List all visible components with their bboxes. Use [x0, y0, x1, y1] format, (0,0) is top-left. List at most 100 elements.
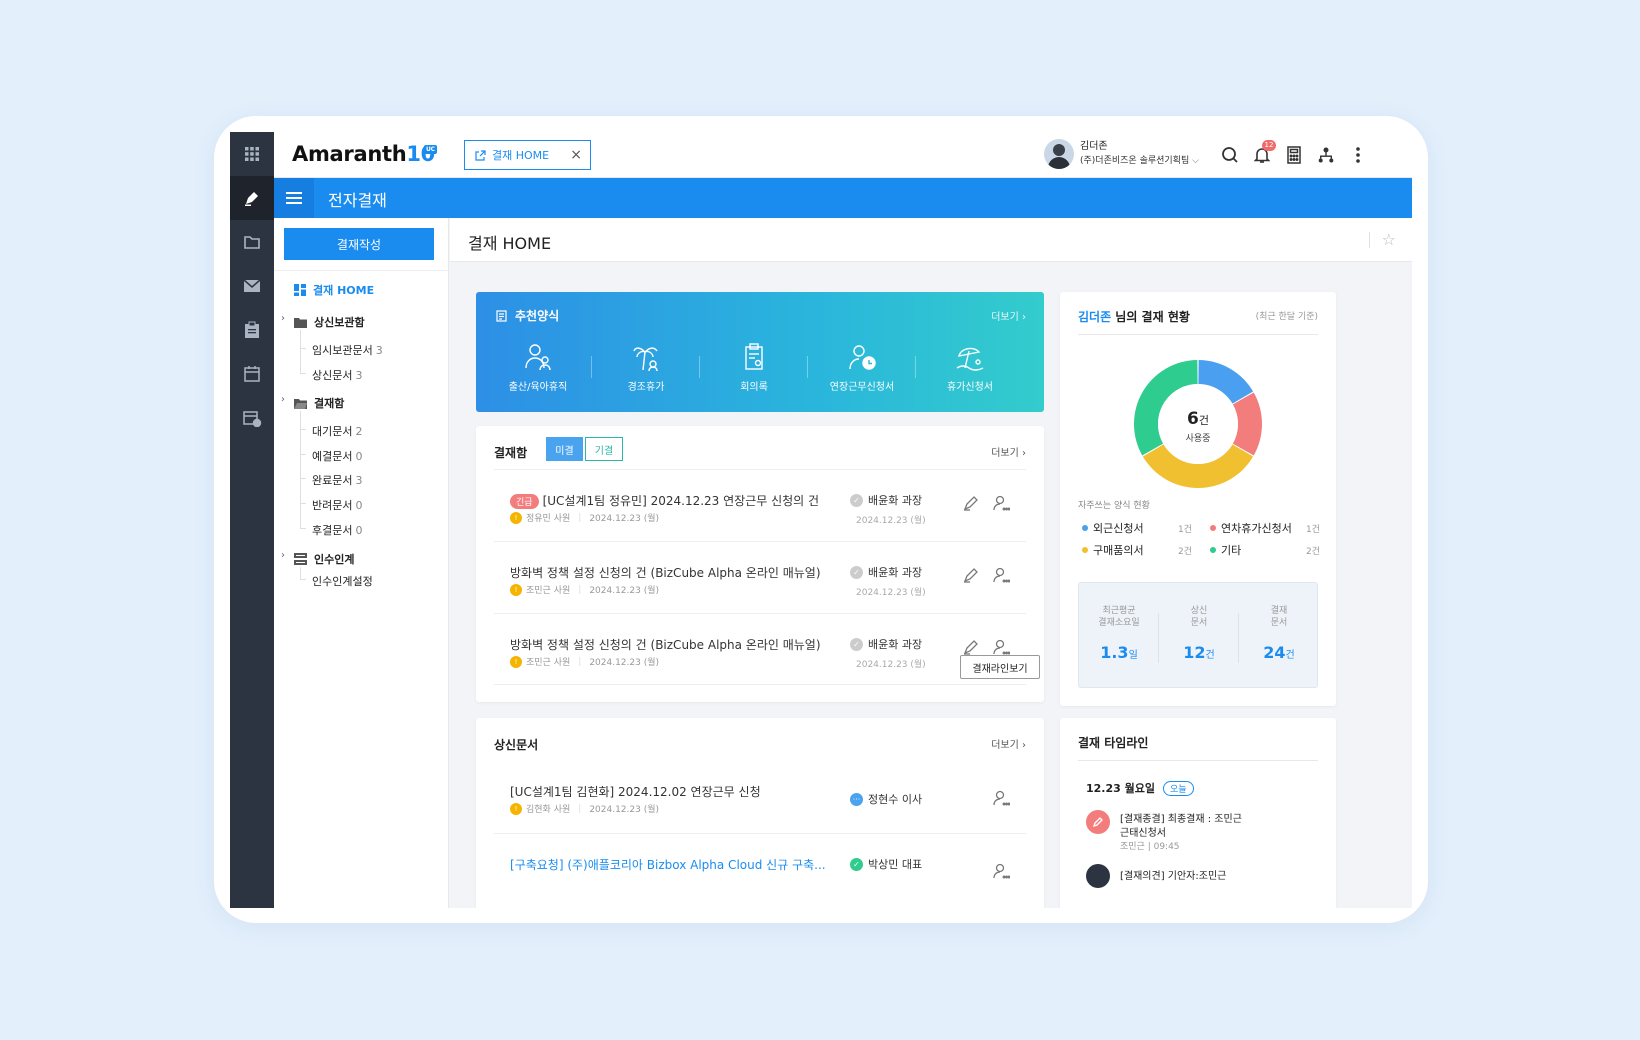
approval-line-icon[interactable]: [992, 789, 1010, 807]
open-tab-approval-home[interactable]: 결재 HOME ×: [464, 140, 591, 170]
approve-pen-icon[interactable]: [962, 566, 980, 584]
dashboard-icon: [294, 284, 306, 296]
nav-item-pending-docs[interactable]: 대기문서 2: [312, 423, 362, 439]
drafter-name: 조민근 사원: [526, 586, 571, 596]
doc-subject[interactable]: [UC설계1팀 김현화] 2024.12.02 연장근무 신청: [510, 783, 761, 800]
timeline-date: 12.23 월요일 오늘: [1086, 780, 1194, 796]
summary-avg-days: 최근평균 결재소요일 1.3일: [1079, 583, 1159, 689]
org-chart-icon[interactable]: [1314, 143, 1338, 167]
table-row[interactable]: [구축요청] (주)애플코리아 Bizbox Alpha Cloud 신규 구축…: [494, 833, 1026, 905]
nav-item-label: 후결문서: [312, 524, 353, 537]
nav-item-temp-docs[interactable]: 임시보관문서 3: [312, 342, 383, 358]
sent-docs-card: 상신문서 더보기 › [UC설계1팀 김현화] 2024.12.02 연장근무 …: [476, 718, 1044, 908]
form-shortcut-overtime[interactable]: 연장근무신청서: [808, 342, 916, 402]
tab-completed[interactable]: 기결: [585, 437, 623, 461]
nav-item-approval-home[interactable]: 결재 HOME: [294, 282, 374, 298]
divider: |: [578, 656, 582, 667]
nav-item-rejected-docs[interactable]: 반려문서 0: [312, 497, 362, 513]
chevron-right-icon[interactable]: ›: [281, 550, 285, 561]
summary-value: 1.3: [1100, 643, 1129, 662]
app-grid-icon[interactable]: [230, 132, 274, 176]
approval-line-icon[interactable]: [992, 638, 1010, 656]
timeline-item-title[interactable]: [결재종결] 최종결재 : 조민근: [1120, 810, 1242, 825]
write-approval-button[interactable]: 결재작성: [284, 228, 434, 260]
recommended-forms-title: 추천양식: [496, 307, 559, 324]
table-row[interactable]: 방화벽 정책 설정 신청의 건 (BizCube Alpha 온라인 매뉴얼) …: [494, 541, 1026, 613]
chevron-right-icon[interactable]: ›: [281, 394, 285, 405]
module-header: 전자결재: [274, 178, 1412, 218]
timeline-item-doc[interactable]: 근태신청서: [1120, 824, 1166, 839]
nav-item-handover-settings[interactable]: 인수인계설정: [312, 573, 373, 589]
top-bar: Amaranth10 UC 결재 HOME × 김더존 (주)더존비즈온 솔루션…: [274, 132, 1412, 178]
user-clock-icon: [849, 345, 876, 370]
approval-line-icon[interactable]: [992, 566, 1010, 584]
summary-label: 결재 문서: [1270, 606, 1288, 628]
timeline-item-meta: 조민근 | 09:45: [1120, 842, 1180, 852]
logo-badge: UC: [424, 145, 437, 154]
form-shortcut-maternity[interactable]: 출산/육아휴직: [484, 342, 592, 402]
legend-dot: [1082, 547, 1088, 553]
nav-item-count: 2: [355, 424, 363, 438]
approval-line-icon[interactable]: [992, 862, 1010, 880]
more-vertical-icon[interactable]: [1346, 143, 1370, 167]
approval-pen-icon[interactable]: [230, 176, 274, 220]
legend-label: 구매품의서: [1093, 544, 1144, 557]
bell-icon[interactable]: 12: [1250, 140, 1276, 167]
tab-pending[interactable]: 미결: [546, 437, 583, 461]
nav-group-approval-box[interactable]: 결재함: [294, 395, 344, 411]
divider: [1078, 334, 1318, 335]
nav-item-label: 대기문서: [312, 425, 353, 438]
tree-line: [300, 579, 306, 580]
legend-label: 연차휴가신청서: [1221, 522, 1292, 535]
form-shortcut-vacation[interactable]: 휴가신청서: [916, 342, 1024, 402]
doc-subject[interactable]: 방화벽 정책 설정 신청의 건 (BizCube Alpha 온라인 매뉴얼): [510, 636, 821, 653]
nav-item-post-approval-docs[interactable]: 후결문서 0: [312, 522, 362, 538]
menu-toggle-icon[interactable]: [274, 178, 314, 218]
nav-item-pre-approved-docs[interactable]: 예결문서 0: [312, 448, 362, 464]
approve-pen-icon[interactable]: [962, 494, 980, 512]
close-tab-icon[interactable]: ×: [570, 147, 582, 163]
sent-more-link[interactable]: 더보기 ›: [991, 736, 1026, 751]
nav-item-completed-docs[interactable]: 완료문서 3: [312, 472, 362, 488]
timeline-item-title[interactable]: [결재의견] 기안자:조민근: [1120, 867, 1226, 882]
nav-item-sent-docs[interactable]: 상신문서 3: [312, 367, 362, 383]
inbox-more-link[interactable]: 더보기 ›: [991, 444, 1026, 459]
table-row[interactable]: 방화벽 정책 설정 신청의 건 (BizCube Alpha 온라인 매뉴얼) …: [494, 613, 1026, 685]
draft-date: 2024.12.23 (월): [589, 514, 660, 524]
favorite-star-icon[interactable]: ☆: [1382, 230, 1396, 249]
sent-docs-title: 상신문서: [494, 738, 539, 752]
search-icon[interactable]: [1218, 143, 1242, 167]
recommended-more-link[interactable]: 더보기 ›: [991, 308, 1026, 323]
mail-icon[interactable]: [230, 264, 274, 308]
page-header: 결재 HOME ☆: [450, 218, 1412, 262]
nav-group-sent-box[interactable]: 상신보관함: [294, 314, 365, 330]
form-shortcut-condolence-leave[interactable]: 경조휴가: [592, 342, 700, 402]
form-shortcut-meeting-minutes[interactable]: 회의록: [700, 342, 808, 402]
legend-label: 기타: [1221, 544, 1242, 557]
folder-icon[interactable]: [230, 220, 274, 264]
approval-line-icon[interactable]: [992, 494, 1010, 512]
calculator-icon[interactable]: [1282, 143, 1306, 167]
doc-subject[interactable]: [구축요청] (주)애플코리아 Bizbox Alpha Cloud 신규 구축…: [510, 856, 826, 873]
user-profile[interactable]: 김더존 (주)더존비즈온 솔루션기획팀 ⌵: [1044, 139, 1199, 169]
timeline-date-label: 12.23 월요일: [1086, 782, 1155, 795]
table-row[interactable]: 긴급 [UC설계1팀 정유민] 2024.12.23 연장근무 신청의 건 ! 정유…: [494, 469, 1026, 541]
check-circle-icon: ✓: [850, 857, 863, 871]
folder-icon: [294, 317, 307, 328]
calendar-icon[interactable]: [230, 352, 274, 396]
doc-subject[interactable]: 방화벽 정책 설정 신청의 건 (BizCube Alpha 온라인 매뉴얼): [510, 564, 821, 581]
external-link-icon: [475, 149, 486, 161]
board-icon[interactable]: [230, 308, 274, 352]
chevron-right-icon[interactable]: ›: [281, 313, 285, 324]
notification-badge: 12: [1262, 140, 1276, 151]
divider: |: [578, 584, 582, 595]
tree-line: [300, 567, 301, 579]
table-row[interactable]: [UC설계1팀 김현화] 2024.12.02 연장근무 신청 ! 김현화 사원 |…: [494, 761, 1026, 833]
donut-unit: 건: [1199, 414, 1209, 427]
nav-group-handover[interactable]: 인수인계: [294, 551, 354, 567]
amaranth-logo[interactable]: Amaranth10 UC: [292, 142, 437, 166]
approve-pen-icon[interactable]: [962, 638, 980, 656]
doc-subject[interactable]: [UC설계1팀 정유민] 2024.12.23 연장근무 신청의 건: [543, 494, 820, 508]
schedule-icon[interactable]: [230, 396, 274, 440]
form-shortcut-label: 출산/육아휴직: [508, 382, 568, 393]
